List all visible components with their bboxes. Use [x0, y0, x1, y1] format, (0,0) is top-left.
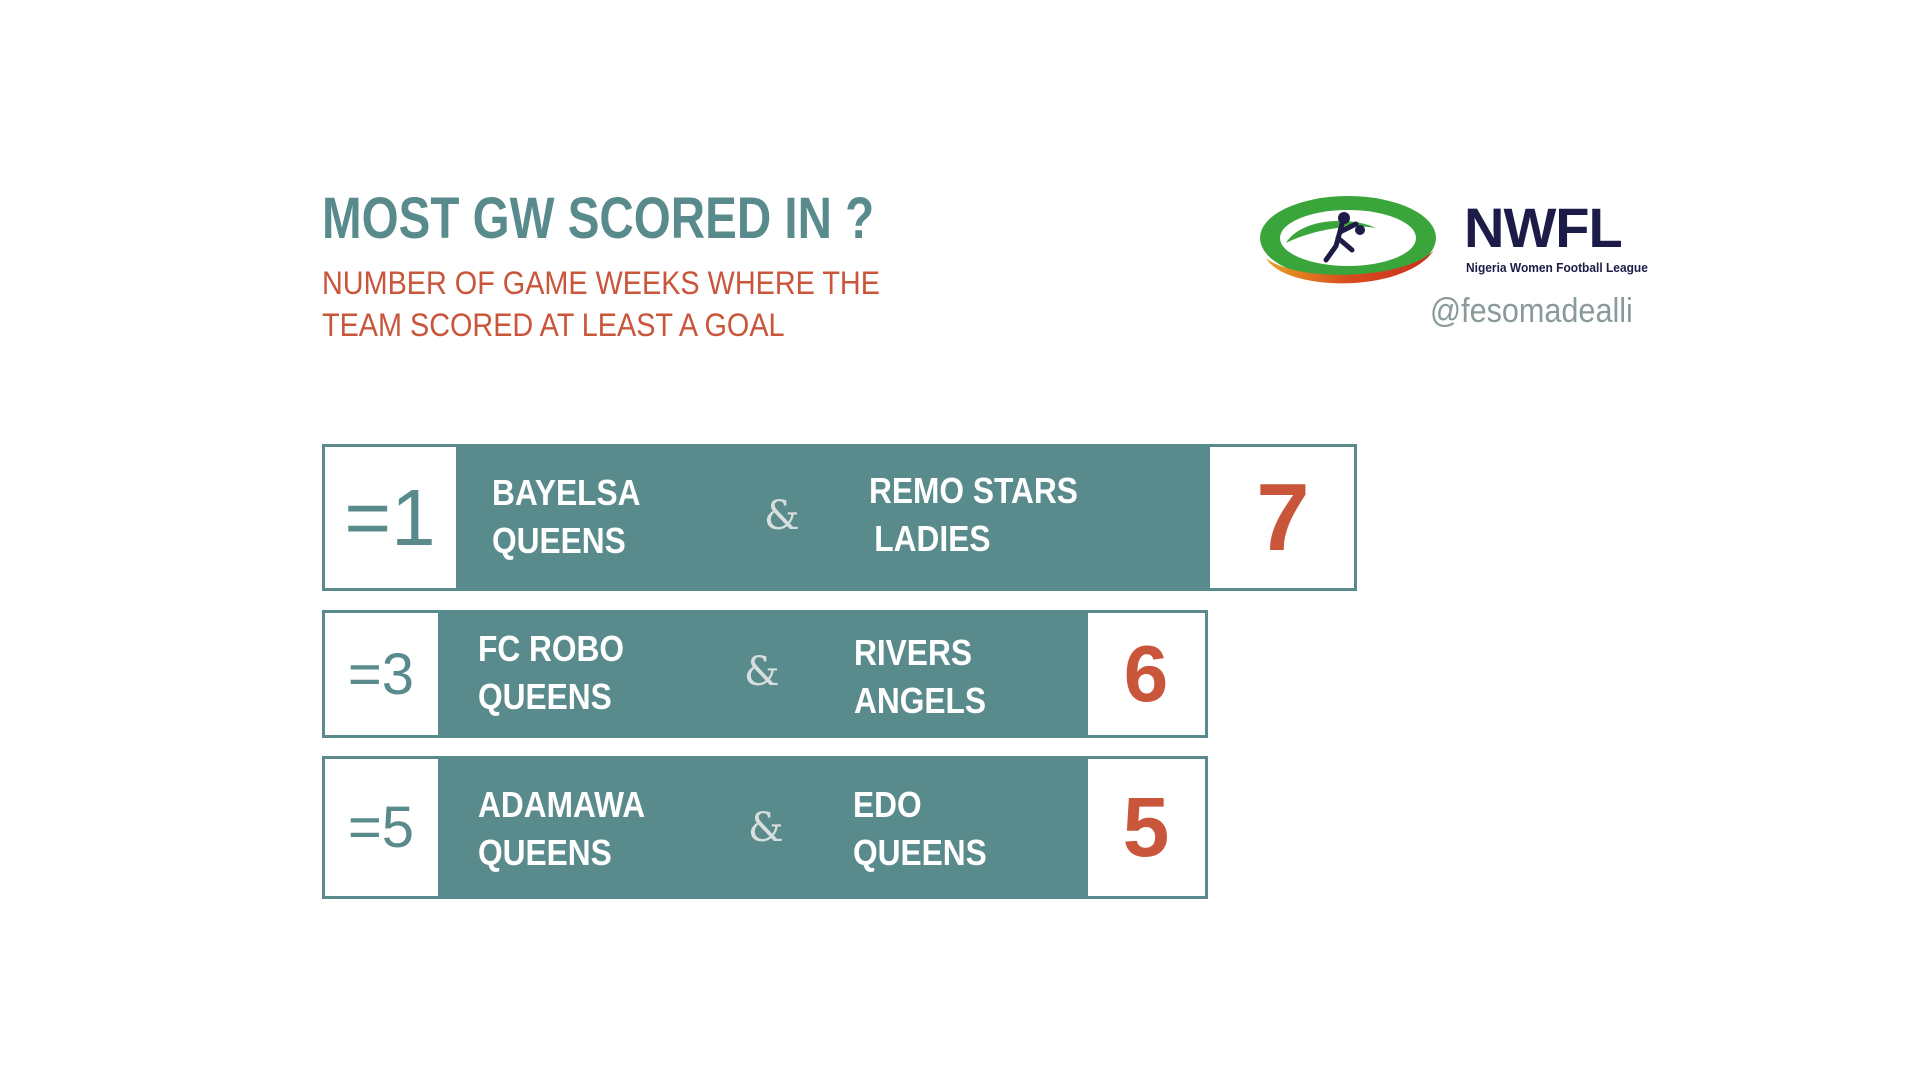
subtitle-line-2: TEAM SCORED AT LEAST A GOAL	[322, 307, 785, 343]
team-name-line: FC ROBO	[478, 628, 625, 669]
team-name-line: ANGELS	[854, 680, 987, 721]
page-title: MOST GW SCORED IN ?	[322, 186, 875, 251]
team-name-line: EDO	[853, 784, 922, 825]
team-name-line: QUEENS	[478, 832, 612, 873]
ranking-row: =1 BAYELSA QUEENS & REMO STARS LADIES 7	[322, 444, 1357, 591]
team-name: BAYELSA QUEENS	[492, 469, 640, 565]
ranking-row: =3 FC ROBO QUEENS & RIVERS ANGELS 6	[322, 610, 1208, 738]
subtitle-line-1: NUMBER OF GAME WEEKS WHERE THE	[322, 265, 880, 301]
ampersand-separator: &	[744, 649, 780, 695]
team-name: FC ROBO QUEENS	[478, 625, 624, 721]
team-name: REMO STARS LADIES	[869, 467, 1078, 563]
page-subtitle: NUMBER OF GAME WEEKS WHERE THE TEAM SCOR…	[322, 262, 880, 346]
team-name-line: RIVERS	[854, 632, 972, 673]
brand-tagline: Nigeria Women Football League	[1466, 260, 1648, 275]
team-name-line: REMO STARS	[869, 470, 1078, 511]
rank-label: =3	[347, 641, 415, 707]
team-name-line: QUEENS	[853, 832, 987, 873]
rank-label: =5	[347, 795, 415, 860]
teams-band: FC ROBO QUEENS & RIVERS ANGELS	[438, 613, 1088, 735]
brand-name: NWFL	[1464, 196, 1623, 259]
social-handle: @fesomadealli	[1430, 292, 1633, 330]
team-name: ADAMAWA QUEENS	[478, 781, 645, 877]
gw-count: 5	[1122, 780, 1170, 874]
teams-band: BAYELSA QUEENS & REMO STARS LADIES	[456, 447, 1210, 588]
ampersand-separator: &	[764, 493, 800, 539]
team-name-line: QUEENS	[492, 520, 626, 561]
team-name-line: LADIES	[874, 518, 991, 559]
team-name-line: BAYELSA	[492, 472, 641, 513]
ranking-row: =5 ADAMAWA QUEENS & EDO QUEENS 5	[322, 756, 1208, 899]
gw-count: 7	[1256, 463, 1310, 571]
teams-band: ADAMAWA QUEENS & EDO QUEENS	[438, 759, 1088, 896]
team-name-line: ADAMAWA	[478, 784, 646, 825]
team-name: EDO QUEENS	[853, 781, 987, 877]
team-name: RIVERS ANGELS	[854, 629, 986, 725]
ampersand-separator: &	[748, 805, 784, 851]
team-name-line: QUEENS	[478, 676, 612, 717]
gw-count: 6	[1123, 629, 1169, 718]
rank-label: =1	[344, 472, 436, 562]
